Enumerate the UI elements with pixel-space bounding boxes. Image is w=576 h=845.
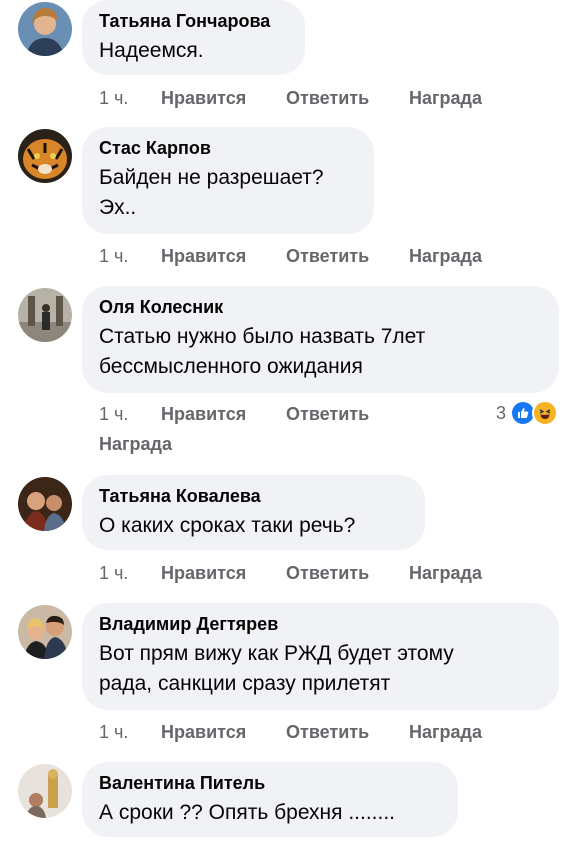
comment-bubble: Татьяна Ковалева О каких сроках таки реч… (82, 475, 425, 550)
comment-bubble: Татьяна Гончарова Надеемся. (82, 0, 305, 75)
comment-time[interactable]: 1 ч. (99, 402, 161, 426)
comment-author[interactable]: Оля Колесник (99, 296, 541, 318)
comment-author[interactable]: Татьяна Ковалева (99, 485, 407, 507)
comment-text-line: Статью нужно было назвать 7лет (99, 325, 426, 348)
award-button[interactable]: Награда (409, 561, 482, 585)
like-button[interactable]: Нравится (161, 244, 286, 268)
like-button[interactable]: Нравится (161, 86, 286, 110)
reply-button[interactable]: Ответить (286, 244, 409, 268)
reply-button[interactable]: Ответить (286, 402, 409, 426)
haha-reaction-icon (532, 400, 558, 426)
comment-bubble: Оля Колесник Статью нужно было назвать 7… (82, 286, 559, 393)
comment-text-line: Эх.. (99, 196, 137, 219)
award-button[interactable]: Награда (409, 86, 482, 110)
avatar[interactable] (18, 288, 72, 342)
comment-actions: 1 ч. Нравится Ответить Награда (99, 720, 482, 744)
comments-list: Татьяна Гончарова Надеемся. 1 ч. Нравится… (0, 0, 576, 845)
comment-time[interactable]: 1 ч. (99, 720, 161, 744)
comment-author[interactable]: Стас Карпов (99, 137, 356, 159)
avatar[interactable] (18, 477, 72, 531)
award-button[interactable]: Награда (409, 244, 482, 268)
avatar[interactable] (18, 764, 72, 818)
avatar[interactable] (18, 605, 72, 659)
like-button[interactable]: Нравится (161, 561, 286, 585)
reactions-summary[interactable]: 3 (496, 400, 558, 426)
comment-actions: 1 ч. Нравится Ответить Награда (99, 561, 482, 585)
reply-button[interactable]: Ответить (286, 720, 409, 744)
comment-time[interactable]: 1 ч. (99, 86, 161, 110)
comment-bubble: Стас Карпов Байден не разрешает? Эх.. (82, 127, 374, 234)
comment-bubble: Владимир Дегтярев Вот прям вижу как РЖД … (82, 603, 559, 710)
comment-actions: 1 ч. Нравится Ответить Награда (99, 402, 409, 456)
comment-text: О каких сроках таки речь? (99, 514, 356, 537)
comment-author[interactable]: Владимир Дегтярев (99, 613, 541, 635)
award-button[interactable]: Награда (409, 720, 482, 744)
comment-text-line: рада, санкции сразу прилетят (99, 672, 391, 695)
comment-text-line: Вот прям вижу как РЖД будет этому (99, 642, 454, 665)
comment-actions: 1 ч. Нравится Ответить Награда (99, 244, 482, 268)
comment-text: Надеемся. (99, 39, 204, 62)
like-button[interactable]: Нравится (161, 402, 286, 426)
avatar[interactable] (18, 2, 72, 56)
reactions-count: 3 (495, 402, 506, 423)
comment-text-line: бессмысленного ожидания (99, 355, 363, 378)
avatar[interactable] (18, 129, 72, 183)
award-button[interactable]: Награда (99, 432, 172, 456)
comment-time[interactable]: 1 ч. (99, 244, 161, 268)
comment-author[interactable]: Татьяна Гончарова (99, 10, 287, 32)
reply-button[interactable]: Ответить (286, 561, 409, 585)
comment-text: А сроки ?? Опять брехня ........ (99, 801, 396, 824)
comment-actions: 1 ч. Нравится Ответить Награда (99, 86, 482, 110)
comment-time[interactable]: 1 ч. (99, 561, 161, 585)
comment-bubble: Валентина Питель А сроки ?? Опять брехня… (82, 762, 458, 837)
like-button[interactable]: Нравится (161, 720, 286, 744)
comment-text-line: Байден не разрешает? (99, 166, 324, 189)
comment-author[interactable]: Валентина Питель (99, 772, 440, 794)
reply-button[interactable]: Ответить (286, 86, 409, 110)
